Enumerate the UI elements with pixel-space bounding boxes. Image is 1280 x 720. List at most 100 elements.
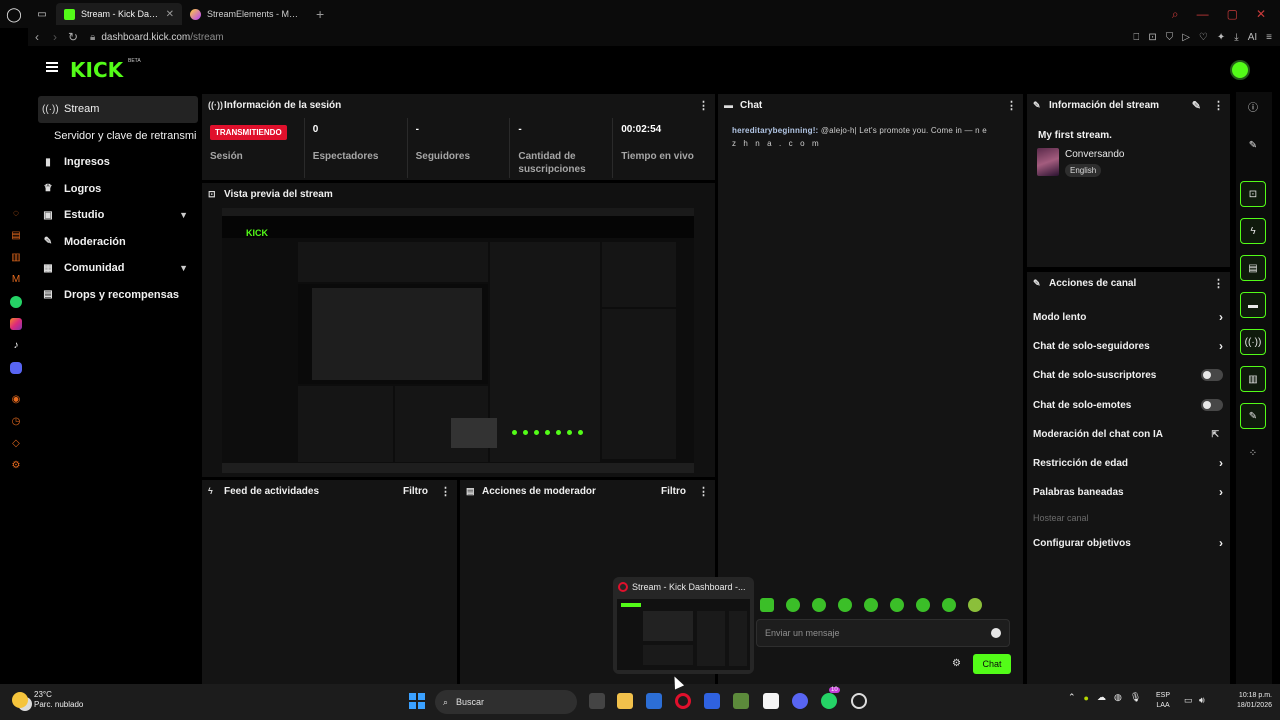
action-ai-moderation[interactable]: Moderación del chat con IA ⇱ [1033,425,1223,443]
kebab-menu-icon[interactable]: ⋮ [698,485,709,498]
snapshot-icon[interactable]: ⊡ [1148,32,1156,43]
new-tab-button[interactable]: + [308,6,332,22]
discord-icon[interactable] [10,362,22,374]
info-icon[interactable]: ⓘ [1240,96,1266,122]
kebab-menu-icon[interactable]: ⋮ [698,99,709,112]
emote-icon[interactable] [838,598,852,612]
file-explorer-icon[interactable] [617,693,633,709]
send-chat-button[interactable]: Chat [973,654,1011,674]
broadcast-icon[interactable]: ((·)) [1240,329,1266,355]
url-field[interactable]: 🔒︎ dashboard.kick.com/stream [90,32,224,43]
task-view-icon[interactable] [589,693,605,709]
emote-icon[interactable] [786,598,800,612]
sidebar-app-icon[interactable]: ◇ [10,438,22,450]
kebab-menu-icon[interactable]: ⋮ [1213,277,1224,290]
tab-streamelements[interactable]: StreamElements - Multi-St [182,3,308,25]
discord-icon[interactable] [792,693,808,709]
taskbar-search[interactable]: ⌕ Buscar [435,690,577,714]
extensions-icon[interactable]: ✦ [1217,32,1225,43]
add-widget-icon[interactable]: ⁘ [1240,441,1266,467]
hamburger-menu-icon[interactable] [46,62,58,72]
notepad-icon[interactable] [763,693,779,709]
edit-icon[interactable]: ✎ [1192,99,1201,112]
app-icon[interactable] [646,693,662,709]
sidebar-app-icon[interactable]: M [10,274,22,286]
chat-icon[interactable]: ▬ [1240,292,1266,318]
language-indicator[interactable]: ESP LAA [1156,691,1170,711]
subscribers-only-toggle[interactable] [1201,369,1223,381]
bolt-icon[interactable]: ϟ [1240,218,1266,244]
sidebar-item-logros[interactable]: ♛ Logros [32,176,198,203]
emote-icon[interactable] [760,598,774,612]
sidebar-item-estudio[interactable]: ▣ Estudio ▼ [32,202,198,229]
layout-icon[interactable]: ▥ [1240,366,1266,392]
emote-icon[interactable] [812,598,826,612]
close-window-button[interactable]: ✕ [1256,7,1266,22]
opera-gx-icon[interactable] [675,693,691,709]
play-icon[interactable]: ▷ [1182,32,1190,43]
sidebar-item-server-key[interactable]: Servidor y clave de retransmi [32,123,202,150]
tray-app-icon[interactable]: ◍ [1114,692,1122,703]
instagram-icon[interactable] [10,318,22,330]
volume-icon[interactable]: 🔊︎ [1199,695,1205,706]
obs-icon[interactable] [851,693,867,709]
wrench-icon[interactable]: ✎ [1240,403,1266,429]
emote-icon[interactable] [916,598,930,612]
bookmark-icon[interactable]: ⎕ [1133,32,1139,43]
taskbar-window-preview[interactable]: Stream - Kick Dashboard -... [613,577,754,674]
menu-icon[interactable]: ≡ [1266,32,1272,43]
chat-username[interactable]: hereditarybeginning!: [732,126,818,135]
sidebar-app-icon[interactable]: ◌ [10,208,22,220]
forward-button[interactable]: › [46,30,64,44]
opera-menu-icon[interactable]: ◯ [0,6,28,23]
stream-preview-video[interactable]: KICK [222,208,694,473]
minecraft-icon[interactable] [733,693,749,709]
reload-button[interactable]: ↻ [64,30,82,44]
chevron-up-icon[interactable]: ⌃ [1068,692,1076,703]
emote-icon[interactable] [864,598,878,612]
sidebar-app-icon[interactable]: ◉ [10,394,22,406]
filter-button[interactable]: Filtro [403,486,428,497]
emote-icon[interactable] [968,598,982,612]
back-button[interactable]: ‹ [28,30,46,44]
network-icon[interactable]: ▭ [1184,695,1193,706]
action-slow-mode[interactable]: Modo lento › [1033,308,1223,326]
tray-app-icon[interactable]: ● [1084,693,1089,703]
chat-input[interactable]: Enviar un mensaje [756,619,1010,647]
action-age-restriction[interactable]: Restricción de edad › [1033,454,1223,472]
kebab-menu-icon[interactable]: ⋮ [1006,99,1017,112]
sidebar-item-drops[interactable]: ▤ Drops y recompensas [32,282,198,309]
history-icon[interactable]: ◷ [10,416,22,428]
action-configure-goals[interactable]: Configurar objetivos › [1033,534,1223,552]
scan-icon[interactable]: ⊡ [1240,181,1266,207]
filter-button[interactable]: Filtro [661,486,686,497]
sidebar-app-icon[interactable]: ▥ [10,252,22,264]
heart-icon[interactable]: ♡ [1199,32,1208,43]
emotes-only-toggle[interactable] [1201,399,1223,411]
sidebar-item-stream[interactable]: ((·)) Stream [38,96,198,123]
tab-close-icon[interactable]: ✕ [166,9,174,20]
whatsapp-icon[interactable]: 10 [821,687,840,709]
avatar[interactable] [1230,60,1250,80]
tab-workspaces-icon[interactable]: ▭ [28,9,56,20]
whatsapp-icon[interactable] [10,296,22,308]
tiktok-icon[interactable]: ♪ [10,340,22,352]
document-icon[interactable]: ▤ [1240,255,1266,281]
kick-logo[interactable]: KICK [70,58,123,82]
kebab-menu-icon[interactable]: ⋮ [440,485,451,498]
search-tabs-icon[interactable]: ⌕ [1172,7,1179,22]
action-followers-only[interactable]: Chat de solo-seguidores › [1033,337,1223,355]
ai-button[interactable]: AI [1248,32,1257,43]
gear-icon[interactable]: ⚙ [952,658,961,669]
app-icon[interactable] [704,693,720,709]
clock[interactable]: 10:18 p.m. 18/01/2026 [1216,691,1272,711]
emote-icon[interactable] [890,598,904,612]
tab-kick-dashboard[interactable]: Stream - Kick Dashboard ✕ [56,3,182,25]
pencil-icon[interactable]: ✎ [1240,133,1266,159]
sidebar-item-comunidad[interactable]: ▦ Comunidad ▼ [32,255,198,282]
minimize-button[interactable]: — [1197,7,1209,22]
maximize-button[interactable]: ▢ [1227,7,1238,22]
start-button[interactable] [409,693,425,709]
download-icon[interactable]: ⤓ [1234,32,1238,43]
microphone-icon[interactable]: 🎙︎ [1130,692,1141,703]
